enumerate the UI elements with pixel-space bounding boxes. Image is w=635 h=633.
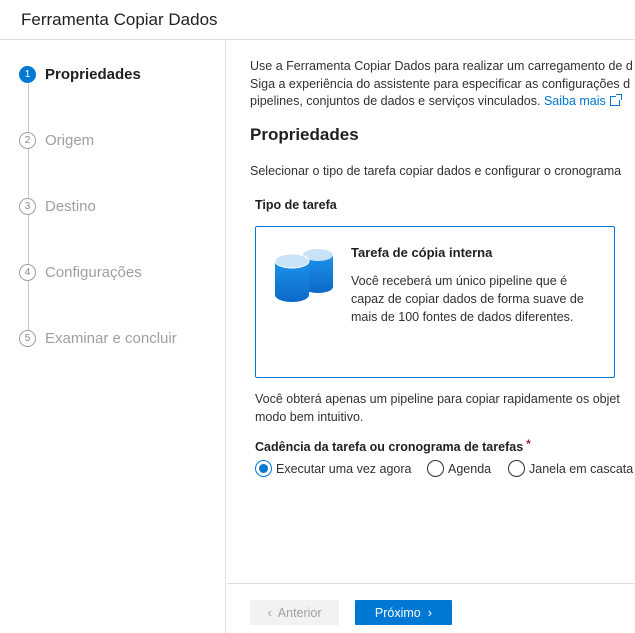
learn-more-label: Saiba mais (543, 94, 606, 108)
step-number: 4 (19, 263, 36, 281)
step-source: 2 Origem (19, 130, 94, 150)
step-label: Propriedades (45, 65, 141, 83)
radio-label: Janela em cascata (529, 461, 634, 476)
radio-label: Agenda (448, 461, 492, 476)
intro-line-text: pipelines, conjuntos de dados e serviços… (250, 94, 541, 108)
task-note-line: modo bem intuitivo. (255, 409, 364, 424)
radio-schedule[interactable]: Agenda (427, 460, 491, 477)
section-description: Selecionar o tipo de tarefa copiar dados… (250, 164, 622, 178)
radio-label: Executar uma vez agora (276, 461, 412, 476)
step-properties[interactable]: 1 Propriedades (19, 64, 141, 84)
step-settings: 4 Configurações (19, 262, 142, 282)
intro-text: Use a Ferramenta Copiar Dados para reali… (250, 58, 635, 111)
intro-line: Siga a experiência do assistente para es… (250, 76, 631, 91)
step-number: 3 (19, 197, 36, 215)
radio-circle[interactable] (255, 460, 272, 477)
required-asterisk: * (526, 437, 531, 451)
step-label: Origem (45, 131, 95, 149)
next-button-label: Próximo (374, 605, 421, 620)
cadence-label-text: Cadência da tarefa ou cronograma de tare… (255, 440, 524, 454)
step-review-finish: 5 Examinar e concluir (19, 328, 177, 348)
section-title: Propriedades (250, 125, 359, 144)
learn-more-link[interactable]: Saiba mais (543, 94, 622, 108)
chevron-right-icon: › (427, 605, 433, 620)
wizard-steps-sidebar: 1 Propriedades 2 Origem 3 Destino 4 Conf… (0, 40, 226, 633)
task-note: Você obterá apenas um pipeline para copi… (255, 391, 620, 426)
task-note-line: Você obterá apenas um pipeline para copi… (255, 392, 620, 406)
card-description-line: capaz de copiar dados de forma suave de (351, 292, 584, 306)
builtin-copy-task-card[interactable]: Tarefa de cópia interna Você receberá um… (255, 226, 615, 378)
step-label: Configurações (45, 263, 142, 281)
card-title: Tarefa de cópia interna (351, 245, 493, 260)
radio-tumbling-window[interactable]: Janela em cascata (508, 460, 633, 477)
chevron-left-icon: ‹ (267, 605, 272, 620)
footer-bar: ‹ Anterior Próximo › (227, 583, 635, 633)
cadence-label: Cadência da tarefa ou cronograma de tare… (255, 437, 531, 454)
step-label: Destino (45, 197, 96, 215)
step-label: Examinar e concluir (45, 329, 177, 347)
intro-line: Use a Ferramenta Copiar Dados para reali… (250, 59, 633, 73)
card-description: Você receberá um único pipeline que é ca… (351, 272, 601, 326)
radio-circle[interactable] (508, 460, 525, 477)
previous-button: ‹ Anterior (250, 600, 339, 625)
external-link-icon (609, 94, 622, 106)
step-number: 5 (19, 329, 36, 347)
card-description-line: Você receberá um único pipeline que é (351, 274, 568, 288)
radio-run-once-now[interactable]: Executar uma vez agora (255, 460, 412, 477)
card-description-line: mais de 100 fontes de dados diferentes. (351, 310, 574, 324)
step-number: 1 (19, 65, 36, 83)
radio-circle[interactable] (427, 460, 444, 477)
step-destination: 3 Destino (19, 196, 96, 216)
intro-line: pipelines, conjuntos de dados e serviços… (250, 93, 635, 111)
window-title: Ferramenta Copiar Dados (21, 10, 218, 29)
task-type-label: Tipo de tarefa (255, 198, 337, 212)
main-panel: Use a Ferramenta Copiar Dados para reali… (227, 41, 635, 583)
step-number: 2 (19, 131, 36, 149)
previous-button-label: Anterior (277, 605, 322, 620)
database-icon (274, 249, 333, 302)
next-button[interactable]: Próximo › (355, 600, 452, 625)
title-bar: Ferramenta Copiar Dados (0, 0, 635, 40)
